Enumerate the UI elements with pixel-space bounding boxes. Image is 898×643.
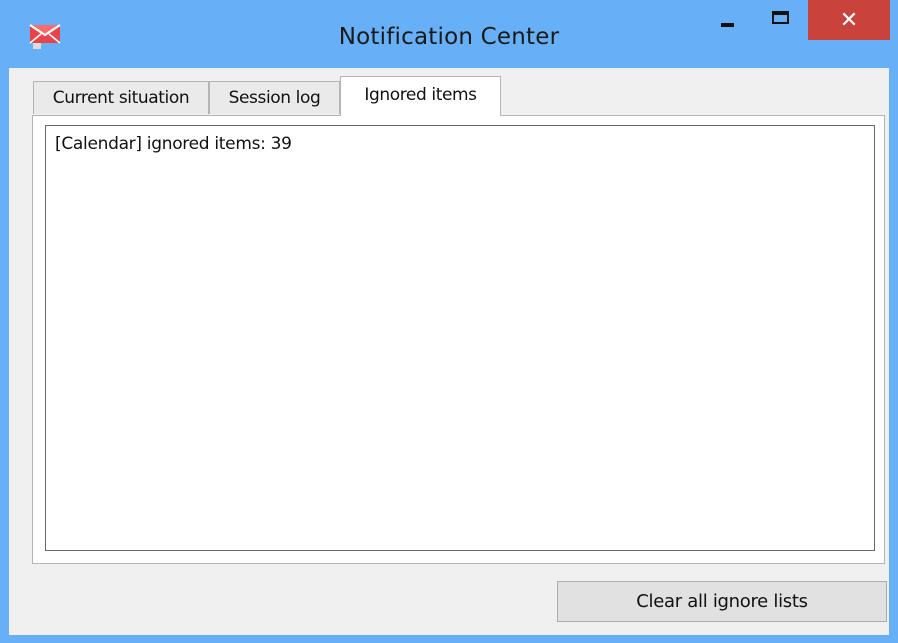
minimize-icon xyxy=(721,23,734,27)
tab-ignored-items[interactable]: Ignored items xyxy=(340,76,501,116)
maximize-button[interactable] xyxy=(757,0,805,40)
client-area: Current situation Session log Ignored it… xyxy=(9,68,889,635)
list-item[interactable]: [Calendar] ignored items: 39 xyxy=(55,134,292,154)
close-icon: ✕ xyxy=(839,8,859,33)
close-button[interactable]: ✕ xyxy=(808,0,890,40)
minimize-button[interactable] xyxy=(705,0,753,40)
title-bar[interactable]: Notification Center ✕ xyxy=(0,0,898,68)
tab-strip: Current situation Session log Ignored it… xyxy=(9,68,889,122)
tab-current-situation[interactable]: Current situation xyxy=(33,81,209,114)
tab-session-log[interactable]: Session log xyxy=(209,81,340,114)
notification-center-window: Notification Center ✕ Current situation … xyxy=(0,0,898,643)
maximize-icon xyxy=(772,11,789,24)
clear-all-ignore-lists-button[interactable]: Clear all ignore lists xyxy=(557,581,887,622)
tab-panel-ignored-items: [Calendar] ignored items: 39 xyxy=(32,115,885,564)
ignored-items-list[interactable]: [Calendar] ignored items: 39 xyxy=(45,125,875,551)
